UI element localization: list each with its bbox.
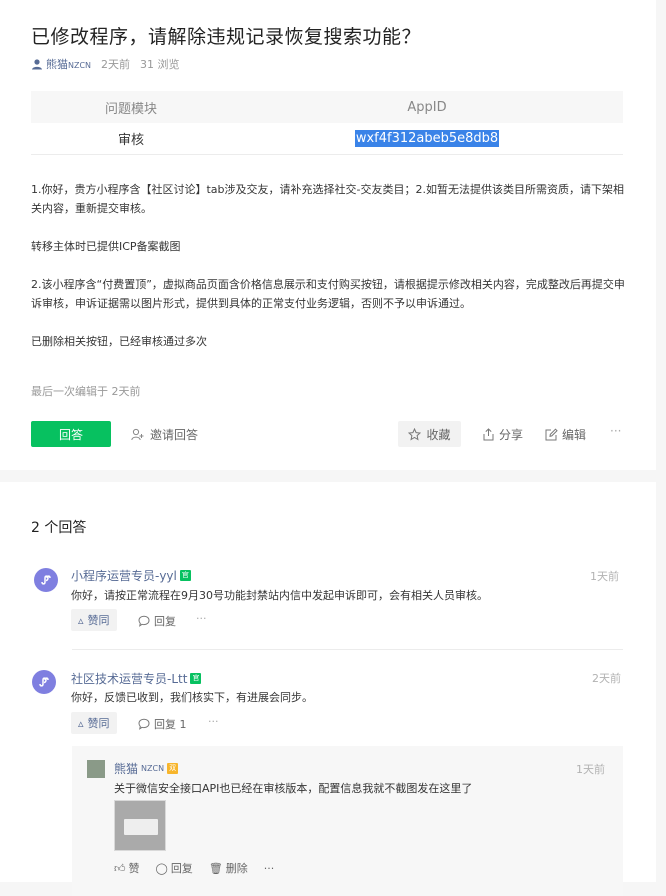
answer-text: 你好，请按正常流程在9月30号功能封禁站内信中发起申诉即可，会有相关人员审核。 xyxy=(71,589,488,602)
like-button[interactable]: ▵ 赞同 xyxy=(71,609,117,631)
star-icon xyxy=(408,427,422,441)
user-icon xyxy=(32,59,42,70)
last-edited: 最后一次编辑于 2天前 xyxy=(31,385,141,398)
answer-count: 2 个回答 xyxy=(31,520,87,536)
cell-appid: wxf4f312abeb5e8db8 xyxy=(231,130,623,147)
answer-text: 你好，反馈已收到，我们核实下，有进展会同步。 xyxy=(71,691,313,704)
answers-card: 2 个回答 小程序运营专员-yyl 官 1天前 你好，请按正常流程在9月30号功… xyxy=(0,482,656,896)
avatar[interactable] xyxy=(87,760,105,778)
comment-icon xyxy=(138,615,150,627)
table-header: 问题模块 AppID xyxy=(31,91,623,123)
like-button[interactable]: 👍︎ 赞 xyxy=(114,860,140,876)
answer-button[interactable]: 回答 xyxy=(31,421,111,447)
avatar[interactable] xyxy=(34,568,58,592)
answer-more-button[interactable]: ··· xyxy=(196,612,207,625)
official-badge: 官 xyxy=(179,570,191,581)
cell-module: 审核 xyxy=(117,133,144,148)
header-module: 问题模块 xyxy=(104,101,157,117)
edit-icon xyxy=(545,428,558,441)
like-button[interactable]: ▵ 赞同 xyxy=(71,712,117,734)
info-table: 问题模块 AppID 审核 wxf4f312abeb5e8db8 xyxy=(31,91,623,155)
answer-time: 2天前 xyxy=(592,672,621,685)
reply-button[interactable]: ◯ 回复 xyxy=(156,860,193,876)
thumbnail-dialog xyxy=(124,819,158,835)
invite-user-icon xyxy=(131,428,144,441)
thumb-up-icon: ▵ xyxy=(78,716,84,730)
nested-reply: 熊猫 NZCN 双 1天前 关于微信安全接口API也已经在审核版本，配置信息我就不… xyxy=(72,746,623,896)
author-link[interactable]: 熊猫NZCN xyxy=(46,56,91,72)
share-icon xyxy=(483,428,494,441)
thumb-up-icon: ▵ xyxy=(78,613,84,627)
view-count: 31 浏览 xyxy=(140,58,180,71)
mini-program-icon xyxy=(39,677,49,687)
posted-time: 2天前 xyxy=(101,58,131,71)
scrollbar[interactable] xyxy=(656,0,666,873)
reply-text: 关于微信安全接口API也已经在审核版本，配置信息我就不截图发在这里了 xyxy=(114,782,473,795)
reply-time: 1天前 xyxy=(576,763,605,776)
reply-button[interactable]: 回复 xyxy=(138,613,176,629)
question-body: 1.你好，贵方小程序含【社区讨论】tab涉及交友，请补充选择社交-交友类目；2.… xyxy=(31,180,626,370)
user-badge: 双 xyxy=(167,763,179,774)
favorite-label: 收藏 xyxy=(426,427,451,442)
comment-icon xyxy=(138,718,150,730)
reply-author-name[interactable]: 熊猫 NZCN 双 xyxy=(114,760,179,777)
share-button[interactable]: 分享 xyxy=(482,426,523,443)
delete-button[interactable]: 🗑︎ 删除 xyxy=(209,860,248,876)
avatar[interactable] xyxy=(32,670,56,694)
question-card: 已修改程序，请解除违规记录恢复搜索功能？ 熊猫NZCN 2天前 31 浏览 问题… xyxy=(0,0,656,470)
question-meta: 熊猫NZCN 2天前 31 浏览 xyxy=(31,56,180,72)
question-title: 已修改程序，请解除违规记录恢复搜索功能？ xyxy=(31,26,422,48)
answer-time: 1天前 xyxy=(590,570,619,583)
table-row: 审核 wxf4f312abeb5e8db8 xyxy=(31,123,623,155)
edit-label: 编辑 xyxy=(562,428,587,442)
body-paragraph: 2.该小程序含“付费置顶”，虚拟商品页面含价格信息展示和支付购买按钮，请根据提示… xyxy=(31,278,625,310)
share-label: 分享 xyxy=(499,428,524,442)
favorite-button[interactable]: 收藏 xyxy=(398,421,461,447)
screenshot-thumbnail[interactable] xyxy=(114,800,166,851)
header-appid: AppID xyxy=(407,99,447,115)
reply-button[interactable]: 回复 1 xyxy=(138,716,187,732)
invite-label: 邀请回答 xyxy=(150,428,199,442)
divider xyxy=(72,649,623,650)
appid-value[interactable]: wxf4f312abeb5e8db8 xyxy=(354,130,500,147)
answer-more-button[interactable]: ··· xyxy=(208,715,219,728)
more-button[interactable]: ··· xyxy=(610,424,621,438)
body-paragraph: 转移主体时已提供ICP备案截图 xyxy=(31,240,181,253)
answerer-name[interactable]: 社区技术运营专员-Ltt 官 xyxy=(71,670,202,687)
reply-actions: 👍︎ 赞 ◯ 回复 🗑︎ 删除 ··· xyxy=(114,860,274,876)
body-paragraph: 已删除相关按钮，已经审核通过多次 xyxy=(31,335,207,348)
official-badge: 官 xyxy=(190,673,202,684)
body-paragraph: 1.你好，贵方小程序含【社区讨论】tab涉及交友，请补充选择社交-交友类目；2.… xyxy=(31,183,624,215)
mini-program-icon xyxy=(41,575,51,585)
answerer-name[interactable]: 小程序运营专员-yyl 官 xyxy=(71,567,191,584)
invite-answer-button[interactable]: 邀请回答 xyxy=(131,426,198,443)
edit-button[interactable]: 编辑 xyxy=(545,426,586,443)
